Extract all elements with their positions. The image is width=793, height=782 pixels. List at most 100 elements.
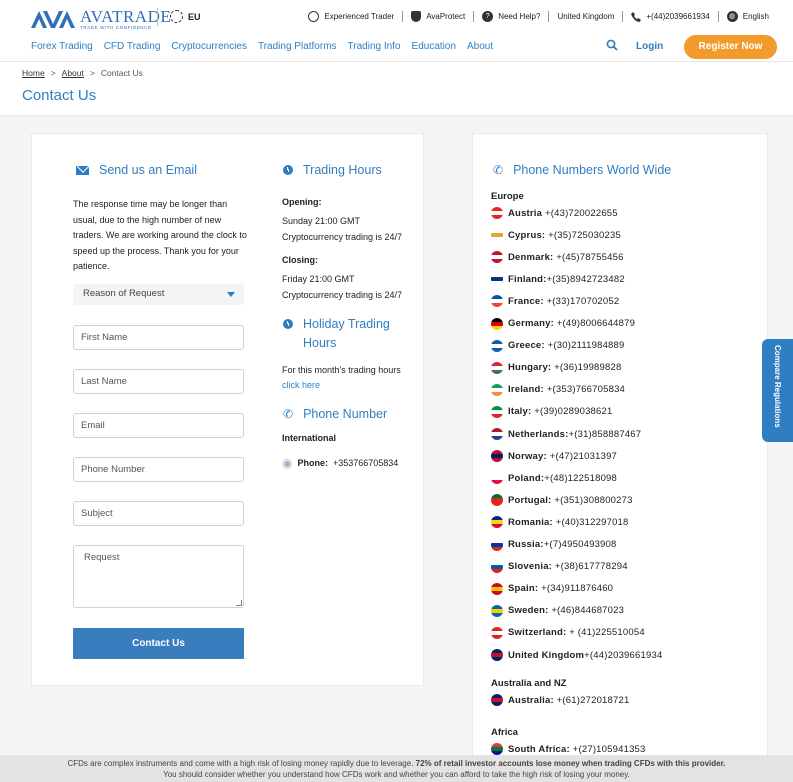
- closing-time: Friday 21:00 GMT: [282, 274, 355, 284]
- phone-entry[interactable]: Greece: +(30)2111984889: [508, 340, 625, 351]
- phone-label: Phone:: [297, 458, 328, 468]
- util-label: English: [742, 12, 769, 21]
- phone-entry[interactable]: Germany: +(49)8006644879: [508, 318, 635, 329]
- phone-row: Denmark: +(45)78755456: [491, 251, 624, 264]
- select-value: Reason of Request: [83, 288, 165, 299]
- country-name: Slovenia:: [508, 561, 553, 573]
- country-selector[interactable]: United Kingdom: [549, 11, 624, 22]
- phone-row: Austria +(43)720022655: [491, 207, 618, 219]
- holiday-hours-link[interactable]: click here: [282, 378, 320, 394]
- breadcrumb-separator: >: [50, 68, 56, 78]
- resize-handle-icon[interactable]: [236, 600, 242, 606]
- breadcrumb-about[interactable]: About: [62, 68, 84, 78]
- phone-icon: ✆: [283, 407, 294, 421]
- language-selector[interactable]: ◍ English: [719, 11, 769, 22]
- breadcrumb-home[interactable]: Home: [22, 68, 45, 78]
- country-flag-icon: [491, 626, 503, 639]
- country-flag-icon: [491, 428, 503, 440]
- util-label: United Kingdom: [557, 12, 615, 21]
- country-name: United Kingdom: [508, 649, 585, 661]
- country-name: Italy:: [508, 406, 532, 418]
- need-help-link[interactable]: ? Need Help?: [474, 11, 550, 22]
- phone-number: +(7)4950493908: [543, 539, 617, 550]
- region-heading: Africa: [491, 727, 518, 738]
- country-name: Greece:: [508, 340, 545, 352]
- utility-links: Experienced Trader AvaProtect ? Need Hel…: [300, 11, 769, 22]
- phone-entry[interactable]: Hungary: +(36)19989828: [508, 362, 621, 373]
- breadcrumb-current: Contact Us: [100, 68, 143, 78]
- compare-regulations-tab[interactable]: Compare Regulations: [762, 339, 793, 442]
- phone-entry[interactable]: Netherlands:+(31)858887467: [508, 429, 641, 440]
- phone-entry[interactable]: Australia: +(61)272018721: [508, 695, 629, 706]
- nav-item-cfd-trading[interactable]: CFD Trading: [104, 41, 161, 52]
- country-name: Norway:: [508, 450, 547, 462]
- phone-entry[interactable]: Switzerland: + (41)225510054: [508, 627, 645, 638]
- login-link[interactable]: Login: [636, 41, 663, 52]
- page-title: Contact Us: [22, 87, 97, 104]
- chevron-down-icon: [227, 292, 235, 297]
- phone-number: +(44)2039661934: [584, 649, 663, 661]
- reason-of-request-select[interactable]: Reason of Request: [73, 284, 244, 305]
- phone-entry[interactable]: Slovenia: +(38)617778294: [508, 561, 628, 572]
- contact-us-button[interactable]: Contact Us: [73, 628, 244, 659]
- request-textarea[interactable]: Request: [73, 545, 244, 608]
- phone-entry[interactable]: Austria +(43)720022655: [508, 208, 618, 219]
- phone-entry[interactable]: Cyprus: +(35)725030235: [508, 230, 621, 241]
- phone-number: +(30)2111984889: [547, 340, 625, 352]
- phone-entry[interactable]: Spain: +(34)911876460: [508, 583, 613, 594]
- subject-field[interactable]: Subject: [73, 501, 244, 526]
- phone-entry[interactable]: United Kingdom+(44)2039661934: [508, 650, 662, 661]
- phone-row: Ireland: +(353)766705834: [491, 383, 625, 396]
- logo-tagline: TRADE WITH CONFIDENCE: [80, 25, 152, 30]
- phone-entry[interactable]: Denmark: +(45)78755456: [508, 252, 624, 263]
- nav-item-forex-trading[interactable]: Forex Trading: [31, 41, 93, 52]
- nav-item-education[interactable]: Education: [412, 41, 456, 52]
- phone-number: +(39)0289038621: [534, 406, 613, 418]
- phone-entry[interactable]: Italy: +(39)0289038621: [508, 406, 613, 417]
- holiday-hours-title: Holiday Trading Hours: [283, 315, 390, 353]
- breadcrumb-separator: >: [89, 68, 95, 78]
- phone-icon: [631, 11, 642, 22]
- section-heading: Trading Hours: [303, 163, 382, 177]
- country-flag-icon: [491, 383, 503, 396]
- nav-item-about[interactable]: About: [467, 41, 493, 52]
- nav-item-cryptocurrencies[interactable]: Cryptocurrencies: [171, 41, 247, 52]
- section-heading: Holiday Trading Hours: [303, 315, 390, 353]
- phone-entry[interactable]: Norway: +(47)21031397: [508, 451, 617, 462]
- phone-row: Spain: +(34)911876460: [491, 582, 613, 595]
- phone-entry[interactable]: Russia:+(7)4950493908: [508, 539, 617, 550]
- phone-entry[interactable]: Finland:+(35)8942723482: [508, 274, 625, 285]
- phone-row: Finland:+(35)8942723482: [491, 273, 625, 286]
- nav-item-trading-info[interactable]: Trading Info: [348, 41, 401, 52]
- phone-entry[interactable]: Romania: +(40)312297018: [508, 517, 629, 528]
- region-selector[interactable]: EU: [170, 10, 201, 23]
- experienced-trader-link[interactable]: Experienced Trader: [300, 11, 404, 22]
- country-flag-icon: [491, 743, 503, 755]
- phone-entry[interactable]: Portugal: +(351)308800273: [508, 495, 633, 506]
- world-numbers-panel: ✆ Phone Numbers World Wide Europe Austria…: [472, 133, 768, 782]
- phone-row: Slovenia: +(38)617778294: [491, 560, 628, 573]
- phone-entry[interactable]: South Africa: +(27)105941353: [508, 744, 646, 755]
- avaprotect-link[interactable]: AvaProtect: [403, 11, 475, 22]
- first-name-field[interactable]: First Name: [73, 325, 244, 350]
- country-flag-icon: [491, 582, 503, 595]
- world-numbers-title: ✆ Phone Numbers World Wide: [493, 163, 671, 177]
- email-field[interactable]: Email: [73, 413, 244, 438]
- phone-number: +(36)19989828: [554, 362, 622, 374]
- phone-entry[interactable]: Sweden: +(46)844687023: [508, 605, 624, 616]
- phone-number: +(45)78755456: [556, 251, 624, 263]
- search-icon[interactable]: [606, 39, 618, 51]
- phone-link[interactable]: +(44)2039661934: [623, 11, 719, 22]
- avatrade-logo[interactable]: AVATRADE TRADE WITH CONFIDENCE: [31, 8, 171, 31]
- nav-item-trading-platforms[interactable]: Trading Platforms: [258, 41, 337, 52]
- country-name: Spain:: [508, 583, 539, 595]
- closing-crypto-note: Cryptocurrency trading is 24/7: [282, 290, 403, 300]
- phone-entry[interactable]: Poland:+(48)122518098: [508, 473, 617, 484]
- phone-value[interactable]: +353766705834: [333, 456, 398, 472]
- last-name-field[interactable]: Last Name: [73, 369, 244, 394]
- country-flag-icon: [491, 649, 503, 661]
- phone-entry[interactable]: Ireland: +(353)766705834: [508, 384, 625, 395]
- register-now-button[interactable]: Register Now: [684, 35, 777, 59]
- phone-entry[interactable]: France: +(33)170702052: [508, 296, 619, 307]
- phone-number-field[interactable]: Phone Number: [73, 457, 244, 482]
